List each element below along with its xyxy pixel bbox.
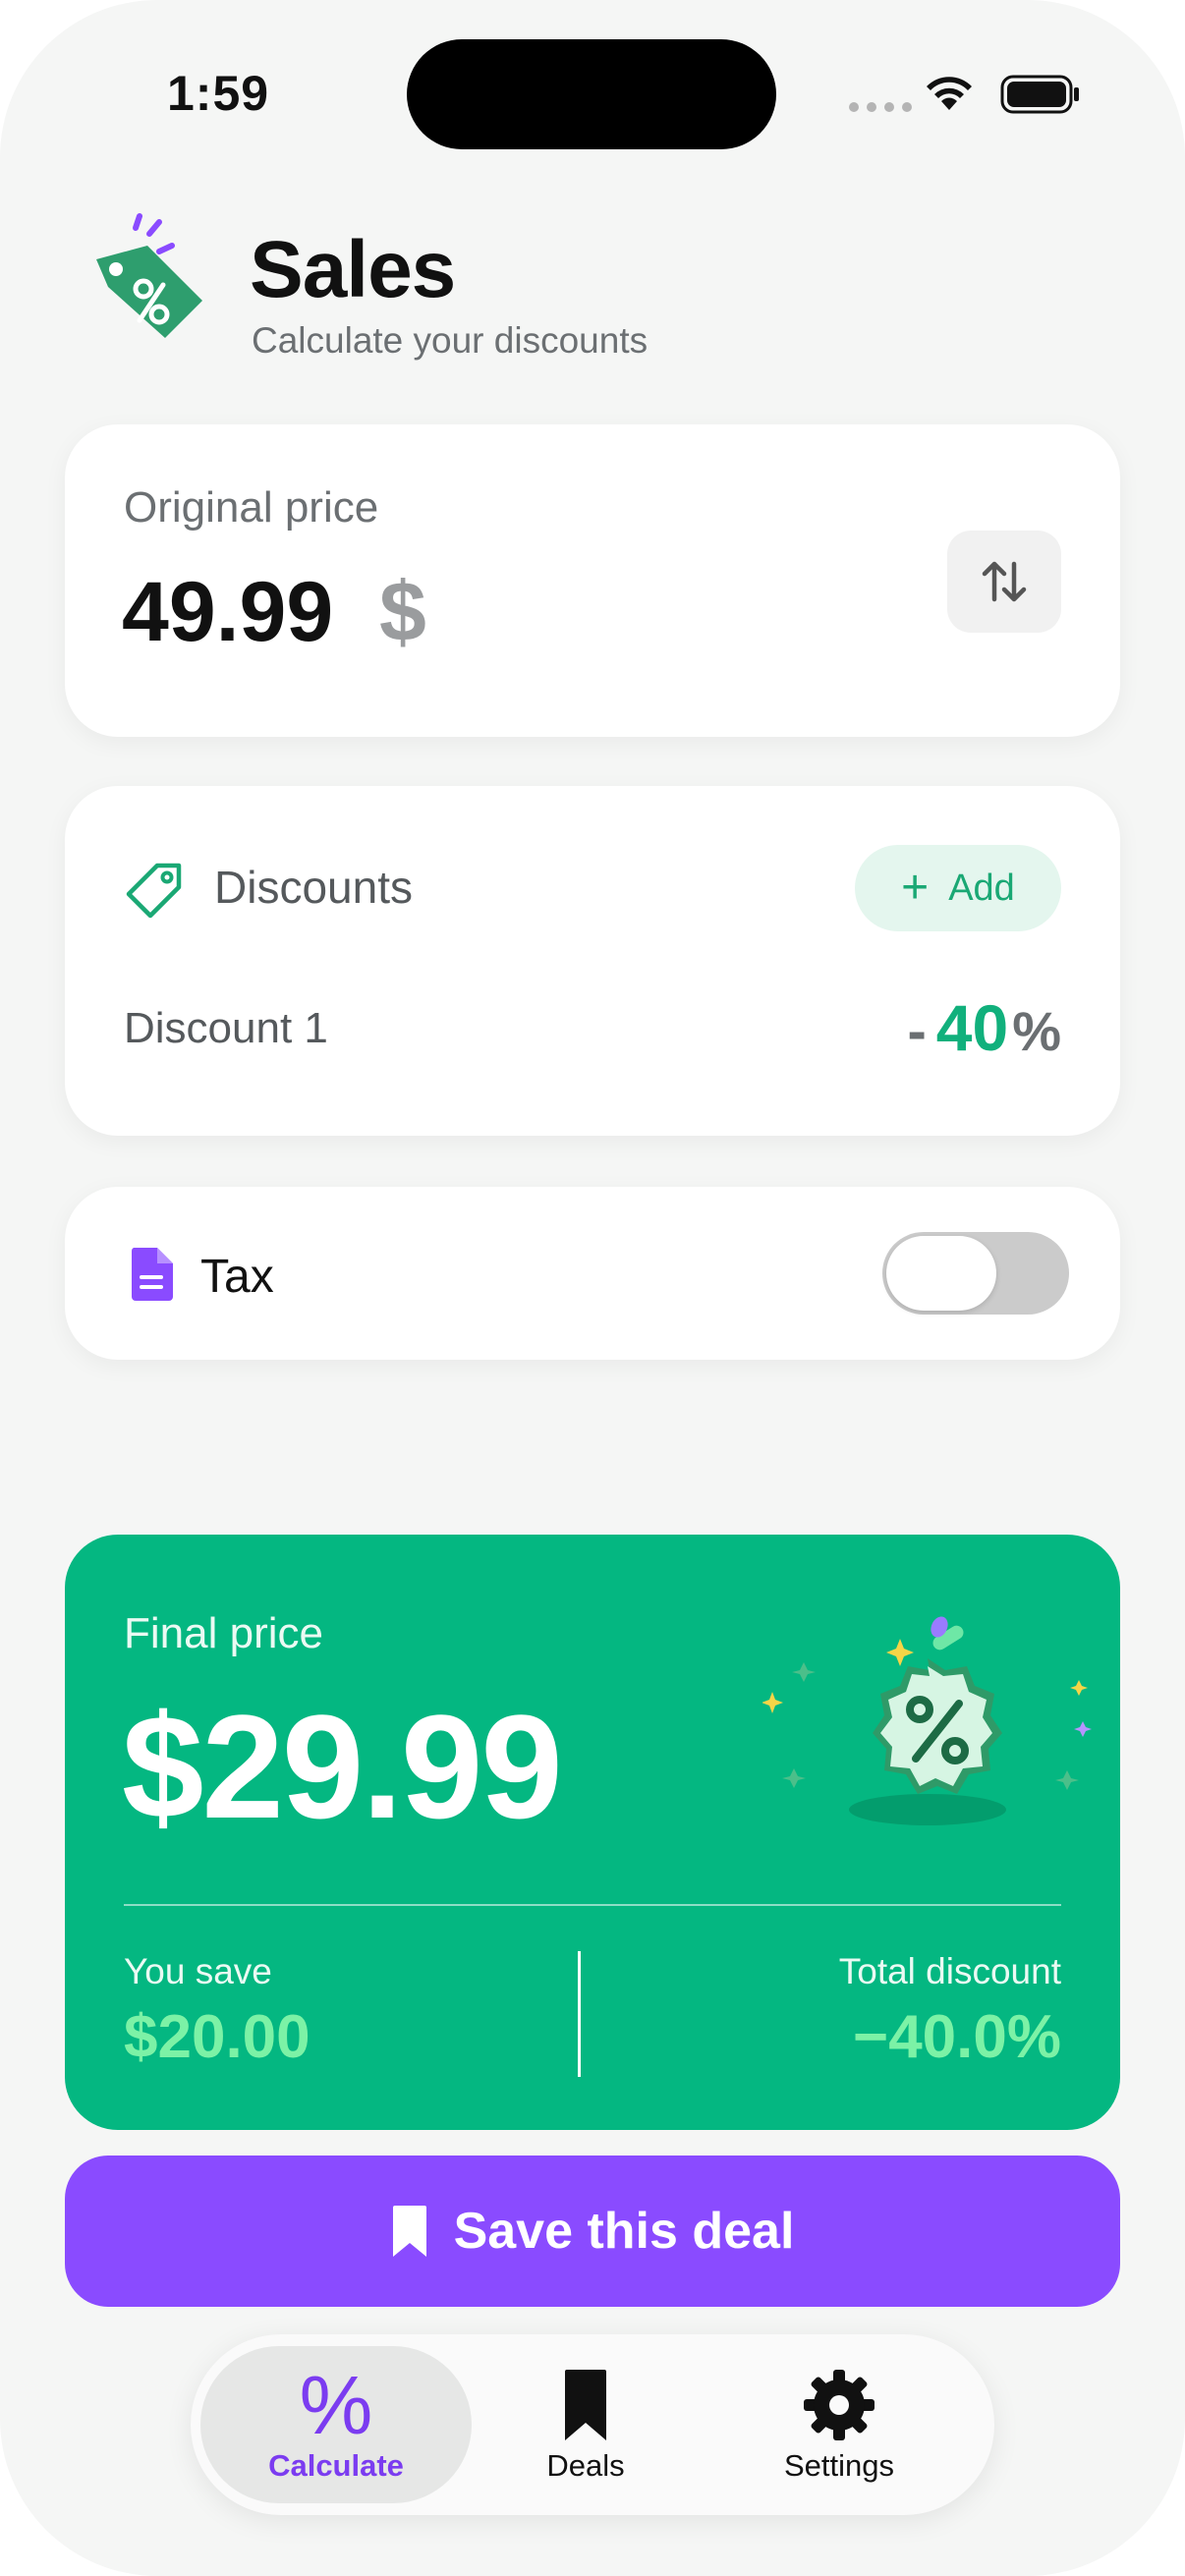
final-price-card: Final price $29.99 You save $20.00 Total… — [65, 1535, 1120, 2130]
tax-label: Tax — [200, 1251, 274, 1303]
status-time: 1:59 — [167, 66, 270, 121]
original-price-value[interactable]: 49.99 — [122, 564, 333, 661]
cellular-signal-icon — [849, 102, 912, 112]
tab-calculate-label: Calculate — [268, 2448, 404, 2483]
total-discount-value: −40.0% — [852, 2003, 1061, 2071]
discounts-title: Discounts — [214, 862, 413, 913]
bookmark-icon — [565, 2370, 606, 2440]
dynamic-island — [407, 39, 776, 149]
discount-sign: - — [907, 999, 927, 1063]
bookmark-icon — [392, 2206, 426, 2257]
original-price-card[interactable]: Original price 49.99 $ — [65, 424, 1120, 737]
stats-divider — [578, 1951, 581, 2077]
sale-tag-logo-icon — [96, 213, 202, 338]
tax-toggle[interactable] — [882, 1232, 1069, 1315]
total-discount-label: Total discount — [838, 1951, 1061, 1991]
tab-calculate[interactable]: % Calculate — [200, 2346, 472, 2503]
tab-settings[interactable]: Settings — [743, 2346, 935, 2503]
wifi-icon — [927, 77, 972, 110]
discounts-card: Discounts + Add Discount 1 - 40 % — [65, 786, 1120, 1136]
toggle-knob — [886, 1236, 996, 1311]
final-price-label: Final price — [124, 1609, 323, 1657]
you-save-value: $20.00 — [124, 2003, 310, 2071]
final-card-divider — [124, 1904, 1061, 1906]
discount-badge-icon — [762, 1616, 1092, 1825]
currency-symbol: $ — [379, 565, 426, 659]
discount-unit: % — [1012, 1000, 1061, 1062]
you-save-label: You save — [124, 1951, 272, 1991]
plus-icon: + — [901, 862, 930, 914]
discount-value[interactable]: - 40 % — [907, 990, 1061, 1065]
discount-amount[interactable]: 40 — [936, 990, 1008, 1065]
percent-icon: % — [299, 2359, 373, 2451]
discount-name: Discount 1 — [124, 1004, 328, 1052]
original-price-label: Original price — [124, 483, 379, 532]
tab-settings-label: Settings — [783, 2448, 894, 2483]
tab-deals[interactable]: Deals — [507, 2346, 664, 2503]
final-price-value: $29.99 — [122, 1684, 563, 1849]
swap-button[interactable] — [947, 531, 1061, 633]
page-title: Sales — [250, 225, 456, 314]
add-discount-button[interactable]: + Add — [855, 845, 1061, 931]
document-icon — [131, 1248, 173, 1301]
tab-deals-label: Deals — [546, 2448, 625, 2483]
gear-icon — [804, 2370, 875, 2440]
tag-icon — [126, 863, 182, 919]
save-deal-label: Save this deal — [453, 2203, 795, 2260]
battery-icon — [1000, 75, 1079, 114]
tab-bar: % Calculate Deals Settings — [191, 2334, 994, 2515]
phone-screen: 1:59 Sales Calculate your discounts Orig… — [0, 0, 1185, 2576]
save-deal-button[interactable]: Save this deal — [65, 2156, 1120, 2307]
swap-arrows-icon — [982, 561, 1027, 602]
page-subtitle: Calculate your discounts — [252, 320, 649, 361]
add-discount-label: Add — [948, 867, 1015, 909]
tax-card: Tax — [65, 1187, 1120, 1360]
